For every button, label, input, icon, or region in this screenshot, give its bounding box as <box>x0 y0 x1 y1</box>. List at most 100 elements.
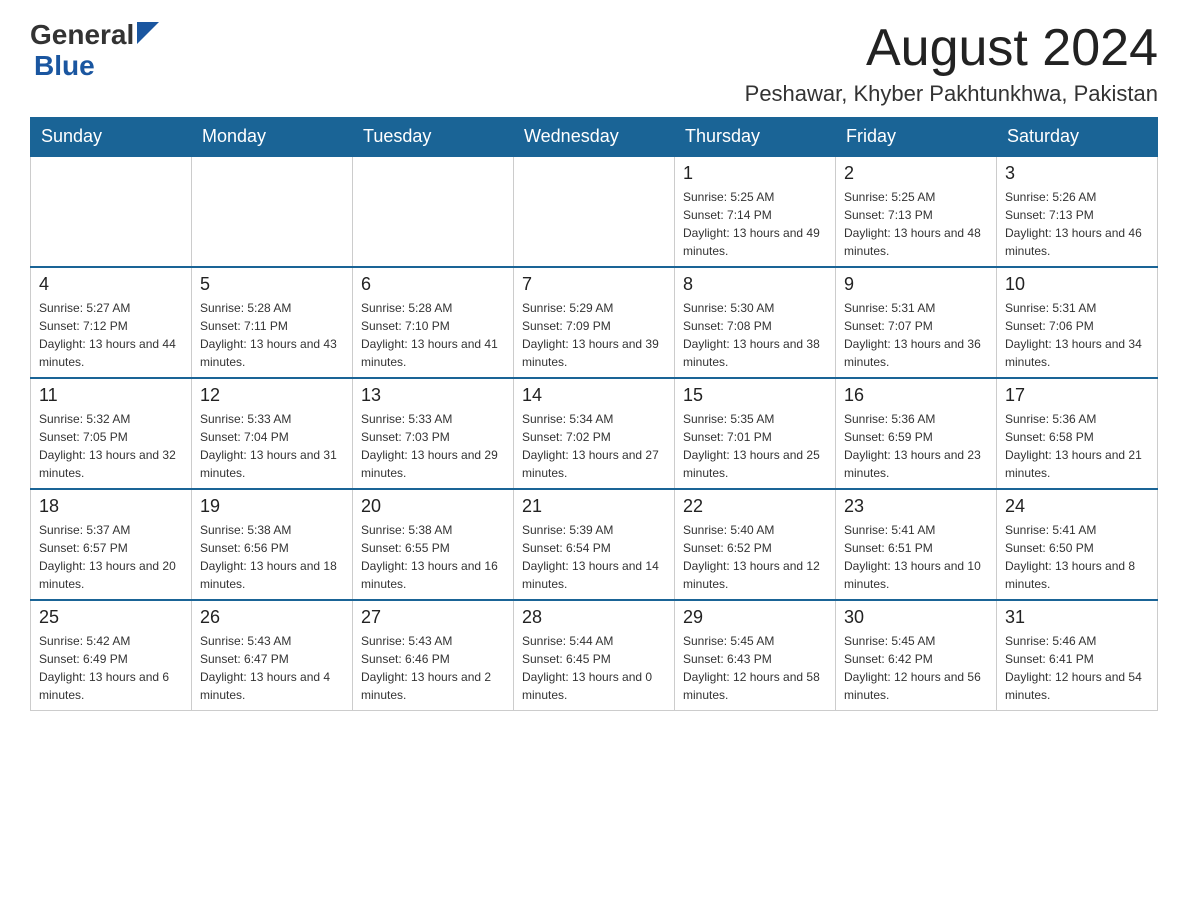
logo-arrow-icon <box>137 22 159 44</box>
day-cell-3: 3Sunrise: 5:26 AMSunset: 7:13 PMDaylight… <box>997 156 1158 267</box>
day-cell-8: 8 Sunrise: 5:30 AMSunset: 7:08 PMDaylight… <box>675 267 836 378</box>
col-header-tuesday: Tuesday <box>353 118 514 157</box>
day-info: Sunrise: 5:25 AMSunset: 7:13 PMDaylight:… <box>844 188 988 260</box>
day-number: 1 <box>683 163 827 184</box>
day-cell-10: 10 Sunrise: 5:31 AMSunset: 7:06 PMDayligh… <box>997 267 1158 378</box>
empty-cell <box>192 156 353 267</box>
col-header-monday: Monday <box>192 118 353 157</box>
logo-general: General <box>30 20 134 51</box>
col-header-thursday: Thursday <box>675 118 836 157</box>
day-info: Sunrise: 5:38 AMSunset: 6:56 PMDaylight:… <box>200 521 344 593</box>
day-number: 17 <box>1005 385 1149 406</box>
day-info: Sunrise: 5:32 AMSunset: 7:05 PMDaylight:… <box>39 410 183 482</box>
day-info: Sunrise: 5:45 AMSunset: 6:43 PMDaylight:… <box>683 632 827 704</box>
day-number: 22 <box>683 496 827 517</box>
empty-cell <box>514 156 675 267</box>
day-number: 5 <box>200 274 344 295</box>
day-number: 9 <box>844 274 988 295</box>
day-cell-23: 23Sunrise: 5:41 AMSunset: 6:51 PMDayligh… <box>836 489 997 600</box>
day-number: 14 <box>522 385 666 406</box>
day-number: 29 <box>683 607 827 628</box>
day-cell-28: 28 Sunrise: 5:44 AMSunset: 6:45 PMDayligh… <box>514 600 675 711</box>
day-info: Sunrise: 5:35 AMSunset: 7:01 PMDaylight:… <box>683 410 827 482</box>
week-row-3: 11 Sunrise: 5:32 AMSunset: 7:05 PMDayligh… <box>31 378 1158 489</box>
day-number: 31 <box>1005 607 1149 628</box>
calendar-header-row: SundayMondayTuesdayWednesdayThursdayFrid… <box>31 118 1158 157</box>
day-cell-21: 21 Sunrise: 5:39 AMSunset: 6:54 PMDayligh… <box>514 489 675 600</box>
week-row-2: 4Sunrise: 5:27 AMSunset: 7:12 PMDaylight… <box>31 267 1158 378</box>
day-info: Sunrise: 5:28 AMSunset: 7:11 PMDaylight:… <box>200 299 344 371</box>
day-cell-15: 15Sunrise: 5:35 AMSunset: 7:01 PMDayligh… <box>675 378 836 489</box>
day-number: 3 <box>1005 163 1149 184</box>
day-cell-30: 30 Sunrise: 5:45 AMSunset: 6:42 PMDayligh… <box>836 600 997 711</box>
col-header-sunday: Sunday <box>31 118 192 157</box>
month-title: August 2024 <box>745 20 1158 77</box>
col-header-wednesday: Wednesday <box>514 118 675 157</box>
day-number: 11 <box>39 385 183 406</box>
logo-blue: Blue <box>34 51 159 82</box>
day-number: 19 <box>200 496 344 517</box>
day-cell-16: 16 Sunrise: 5:36 AMSunset: 6:59 PMDayligh… <box>836 378 997 489</box>
day-number: 21 <box>522 496 666 517</box>
day-info: Sunrise: 5:28 AMSunset: 7:10 PMDaylight:… <box>361 299 505 371</box>
day-cell-14: 14 Sunrise: 5:34 AMSunset: 7:02 PMDayligh… <box>514 378 675 489</box>
day-info: Sunrise: 5:33 AMSunset: 7:03 PMDaylight:… <box>361 410 505 482</box>
day-info: Sunrise: 5:29 AMSunset: 7:09 PMDaylight:… <box>522 299 666 371</box>
day-number: 20 <box>361 496 505 517</box>
day-info: Sunrise: 5:25 AMSunset: 7:14 PMDaylight:… <box>683 188 827 260</box>
location-title: Peshawar, Khyber Pakhtunkhwa, Pakistan <box>745 81 1158 107</box>
day-number: 2 <box>844 163 988 184</box>
day-info: Sunrise: 5:45 AMSunset: 6:42 PMDaylight:… <box>844 632 988 704</box>
day-info: Sunrise: 5:27 AMSunset: 7:12 PMDaylight:… <box>39 299 183 371</box>
title-block: August 2024 Peshawar, Khyber Pakhtunkhwa… <box>745 20 1158 107</box>
calendar-table: SundayMondayTuesdayWednesdayThursdayFrid… <box>30 117 1158 711</box>
day-number: 30 <box>844 607 988 628</box>
day-cell-9: 9 Sunrise: 5:31 AMSunset: 7:07 PMDaylight… <box>836 267 997 378</box>
empty-cell <box>31 156 192 267</box>
day-info: Sunrise: 5:41 AMSunset: 6:50 PMDaylight:… <box>1005 521 1149 593</box>
day-cell-19: 19 Sunrise: 5:38 AMSunset: 6:56 PMDayligh… <box>192 489 353 600</box>
day-info: Sunrise: 5:36 AMSunset: 6:59 PMDaylight:… <box>844 410 988 482</box>
day-info: Sunrise: 5:31 AMSunset: 7:07 PMDaylight:… <box>844 299 988 371</box>
day-cell-26: 26 Sunrise: 5:43 AMSunset: 6:47 PMDayligh… <box>192 600 353 711</box>
day-info: Sunrise: 5:38 AMSunset: 6:55 PMDaylight:… <box>361 521 505 593</box>
day-info: Sunrise: 5:37 AMSunset: 6:57 PMDaylight:… <box>39 521 183 593</box>
day-number: 10 <box>1005 274 1149 295</box>
day-number: 18 <box>39 496 183 517</box>
day-number: 12 <box>200 385 344 406</box>
day-cell-22: 22 Sunrise: 5:40 AMSunset: 6:52 PMDayligh… <box>675 489 836 600</box>
week-row-5: 25Sunrise: 5:42 AMSunset: 6:49 PMDayligh… <box>31 600 1158 711</box>
day-cell-6: 6 Sunrise: 5:28 AMSunset: 7:10 PMDaylight… <box>353 267 514 378</box>
day-info: Sunrise: 5:39 AMSunset: 6:54 PMDaylight:… <box>522 521 666 593</box>
day-cell-1: 1 Sunrise: 5:25 AMSunset: 7:14 PMDaylight… <box>675 156 836 267</box>
day-info: Sunrise: 5:36 AMSunset: 6:58 PMDaylight:… <box>1005 410 1149 482</box>
day-info: Sunrise: 5:43 AMSunset: 6:46 PMDaylight:… <box>361 632 505 704</box>
day-number: 26 <box>200 607 344 628</box>
day-cell-25: 25Sunrise: 5:42 AMSunset: 6:49 PMDayligh… <box>31 600 192 711</box>
day-cell-11: 11 Sunrise: 5:32 AMSunset: 7:05 PMDayligh… <box>31 378 192 489</box>
day-number: 24 <box>1005 496 1149 517</box>
day-cell-12: 12 Sunrise: 5:33 AMSunset: 7:04 PMDayligh… <box>192 378 353 489</box>
day-number: 8 <box>683 274 827 295</box>
day-cell-2: 2 Sunrise: 5:25 AMSunset: 7:13 PMDaylight… <box>836 156 997 267</box>
day-cell-27: 27Sunrise: 5:43 AMSunset: 6:46 PMDayligh… <box>353 600 514 711</box>
day-info: Sunrise: 5:31 AMSunset: 7:06 PMDaylight:… <box>1005 299 1149 371</box>
day-info: Sunrise: 5:40 AMSunset: 6:52 PMDaylight:… <box>683 521 827 593</box>
day-cell-17: 17 Sunrise: 5:36 AMSunset: 6:58 PMDayligh… <box>997 378 1158 489</box>
day-number: 28 <box>522 607 666 628</box>
day-info: Sunrise: 5:43 AMSunset: 6:47 PMDaylight:… <box>200 632 344 704</box>
day-cell-24: 24 Sunrise: 5:41 AMSunset: 6:50 PMDayligh… <box>997 489 1158 600</box>
day-info: Sunrise: 5:33 AMSunset: 7:04 PMDaylight:… <box>200 410 344 482</box>
day-number: 6 <box>361 274 505 295</box>
logo: General Blue <box>30 20 159 82</box>
day-info: Sunrise: 5:42 AMSunset: 6:49 PMDaylight:… <box>39 632 183 704</box>
day-info: Sunrise: 5:34 AMSunset: 7:02 PMDaylight:… <box>522 410 666 482</box>
day-cell-4: 4Sunrise: 5:27 AMSunset: 7:12 PMDaylight… <box>31 267 192 378</box>
day-info: Sunrise: 5:44 AMSunset: 6:45 PMDaylight:… <box>522 632 666 704</box>
day-number: 16 <box>844 385 988 406</box>
day-number: 7 <box>522 274 666 295</box>
week-row-4: 18 Sunrise: 5:37 AMSunset: 6:57 PMDayligh… <box>31 489 1158 600</box>
day-info: Sunrise: 5:30 AMSunset: 7:08 PMDaylight:… <box>683 299 827 371</box>
day-cell-18: 18 Sunrise: 5:37 AMSunset: 6:57 PMDayligh… <box>31 489 192 600</box>
day-cell-20: 20 Sunrise: 5:38 AMSunset: 6:55 PMDayligh… <box>353 489 514 600</box>
